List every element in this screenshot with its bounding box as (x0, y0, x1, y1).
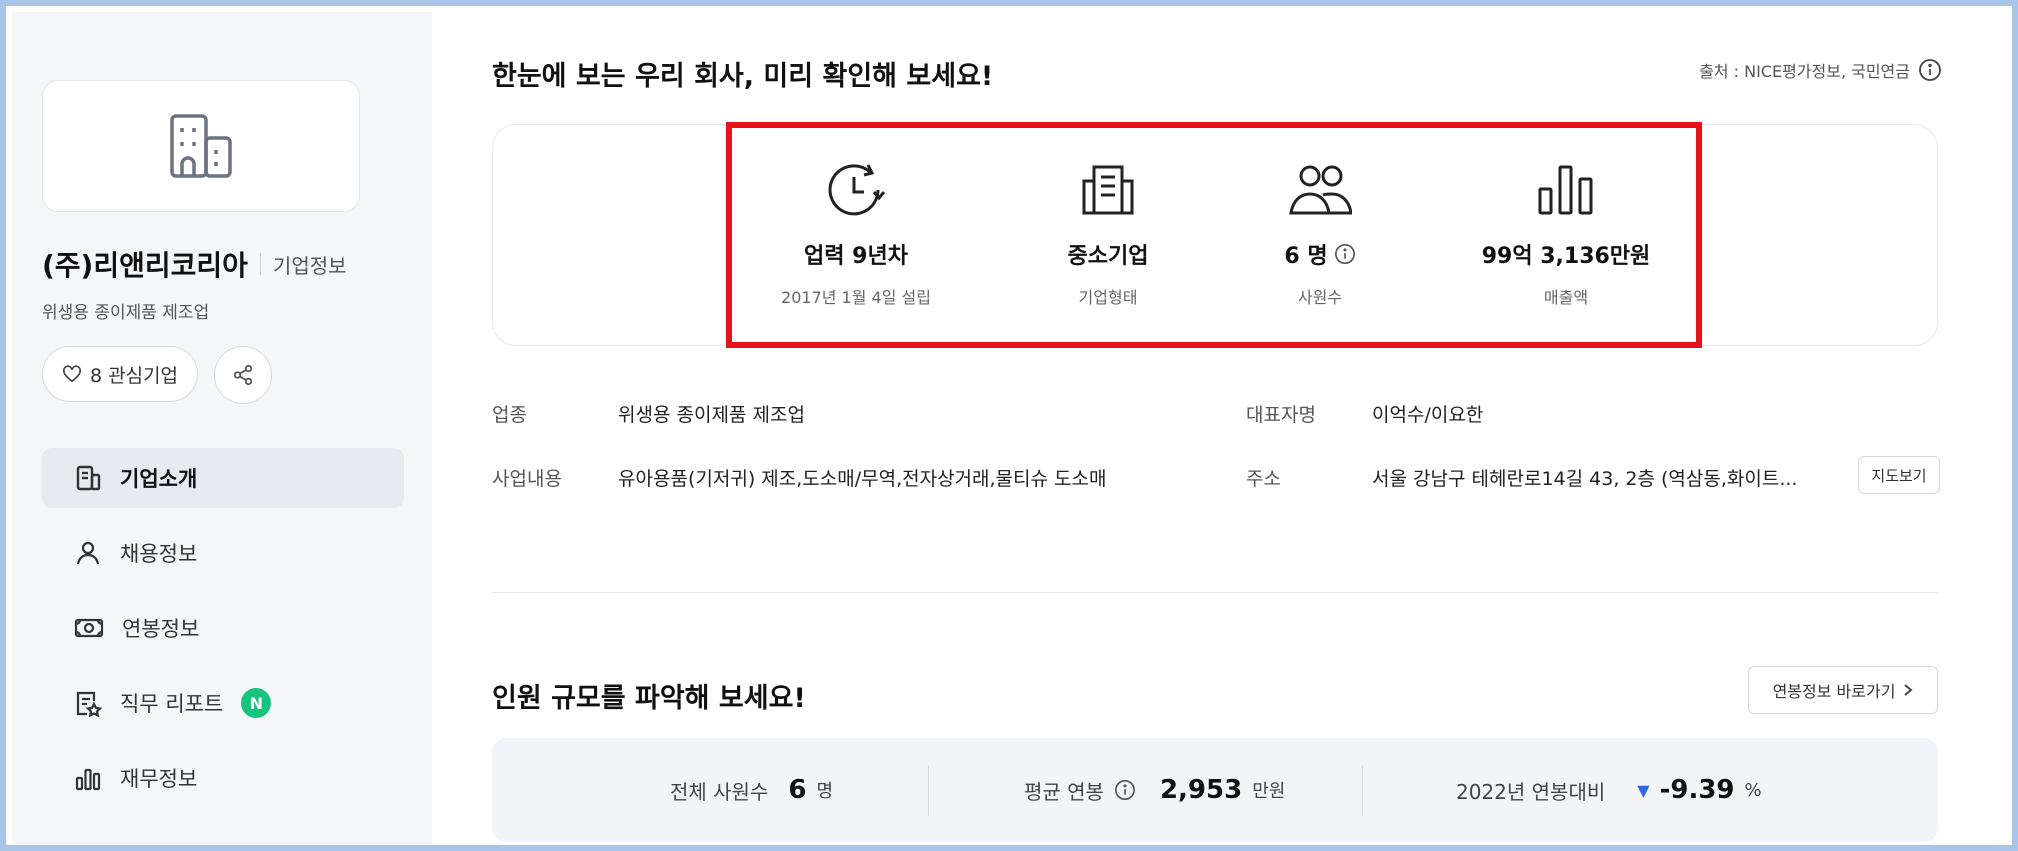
divider (1362, 766, 1363, 816)
summary-unit: % (1744, 779, 1762, 801)
main-content: 한눈에 보는 우리 회사, 미리 확인해 보세요! 출처 : NICE평가정보,… (432, 12, 2012, 845)
salary-change: 2022년 연봉대비 ▼ -9.39 % (1456, 738, 1762, 842)
company-name: (주)리앤리코리아 (42, 249, 248, 282)
chevron-right-icon (1904, 684, 1913, 696)
summary-value: 6 (788, 775, 807, 805)
summary-label: 평균 연봉 (1024, 779, 1104, 804)
detail-label: 대표자명 (1246, 404, 1316, 426)
share-icon (233, 364, 253, 386)
sidebar-nav: 기업소개 채용정보 연봉정보 직무 리포트 N 재무정보 (42, 448, 404, 823)
detail-label: 주소 (1246, 468, 1281, 490)
highlight-box (726, 122, 1702, 348)
nav-item-finance[interactable]: 재무정보 (42, 748, 404, 808)
building-placeholder-icon (170, 114, 232, 178)
summary-label: 2022년 연봉대비 (1456, 779, 1606, 804)
summary-value: 2,953 (1159, 775, 1243, 805)
detail-label: 업종 (492, 404, 527, 426)
detail-value: 이억수/이요한 (1372, 404, 1484, 426)
person-icon (76, 541, 100, 565)
section-title-overview: 한눈에 보는 우리 회사, 미리 확인해 보세요! (492, 61, 994, 92)
headcount-summary-bar: 전체 사원수 6 명 평균 연봉 2,953 만원 2022년 연봉대비 ▼ -… (492, 738, 1938, 842)
money-icon (74, 618, 104, 638)
report-star-icon (76, 691, 102, 717)
follow-button[interactable]: 8 관심기업 (42, 346, 198, 402)
detail-value: 위생용 종이제품 제조업 (618, 404, 805, 426)
divider (928, 766, 929, 816)
data-source: 출처 : NICE평가정보, 국민연금 (1699, 58, 1942, 82)
nav-label: 기업소개 (120, 467, 198, 491)
bar-chart-icon (75, 768, 101, 791)
salary-link-label: 연봉정보 바로가기 (1772, 682, 1896, 701)
nav-item-job-report[interactable]: 직무 리포트 N (42, 673, 404, 733)
nav-item-jobs[interactable]: 채용정보 (42, 523, 404, 583)
source-text: 출처 : NICE평가정보, 국민연금 (1699, 62, 1910, 81)
detail-business: 사업내용 유아용품(기저귀) 제조,도소매/무역,전자상거래,물티슈 도소매 (492, 464, 1106, 491)
info-icon[interactable] (1114, 779, 1136, 801)
company-industry: 위생용 종이제품 제조업 (42, 303, 210, 323)
nav-item-company-intro[interactable]: 기업소개 (42, 448, 404, 508)
nav-label: 채용정보 (120, 542, 198, 566)
nav-label: 재무정보 (120, 767, 198, 791)
divider (259, 253, 261, 275)
share-button[interactable] (214, 346, 272, 404)
detail-value: 서울 강남구 테헤란로14길 43, 2층 (역삼동,화이트... (1372, 468, 1798, 490)
sidebar: (주)리앤리코리아 기업정보 위생용 종이제품 제조업 8 관심기업 기업소개 … (12, 12, 432, 845)
detail-value: 유아용품(기저귀) 제조,도소매/무역,전자상거래,물티슈 도소매 (618, 468, 1107, 490)
summary-value: -9.39 (1659, 775, 1735, 805)
map-view-button[interactable]: 지도보기 (1858, 456, 1940, 494)
down-triangle-icon: ▼ (1637, 780, 1650, 800)
average-salary: 평균 연봉 2,953 만원 (1024, 738, 1285, 842)
detail-address: 주소 서울 강남구 테헤란로14길 43, 2층 (역삼동,화이트... (1246, 464, 1797, 491)
summary-unit: 명 (816, 781, 834, 802)
app-frame: (주)리앤리코리아 기업정보 위생용 종이제품 제조업 8 관심기업 기업소개 … (0, 0, 2018, 851)
detail-ceo: 대표자명 이억수/이요한 (1246, 400, 1483, 427)
info-icon[interactable] (1918, 58, 1942, 82)
nav-label: 직무 리포트 (120, 692, 224, 716)
follow-label: 8 관심기업 (89, 364, 179, 387)
section-divider (492, 592, 1938, 593)
new-badge: N (241, 688, 272, 718)
nav-label: 연봉정보 (122, 617, 200, 641)
summary-label: 전체 사원수 (670, 779, 769, 804)
company-info-label: 기업정보 (272, 253, 347, 278)
heart-icon (62, 365, 81, 383)
section-title-headcount: 인원 규모를 파악해 보세요! (492, 683, 806, 714)
company-logo-card (42, 80, 360, 212)
summary-unit: 만원 (1252, 781, 1286, 802)
company-header: (주)리앤리코리아 기업정보 (42, 244, 347, 284)
salary-info-link[interactable]: 연봉정보 바로가기 (1748, 666, 1938, 714)
company-intro-icon (76, 465, 101, 491)
total-employees: 전체 사원수 6 명 (670, 738, 833, 842)
detail-industry: 업종 위생용 종이제품 제조업 (492, 400, 805, 427)
detail-label: 사업내용 (492, 468, 562, 490)
nav-item-salary[interactable]: 연봉정보 (42, 598, 404, 658)
